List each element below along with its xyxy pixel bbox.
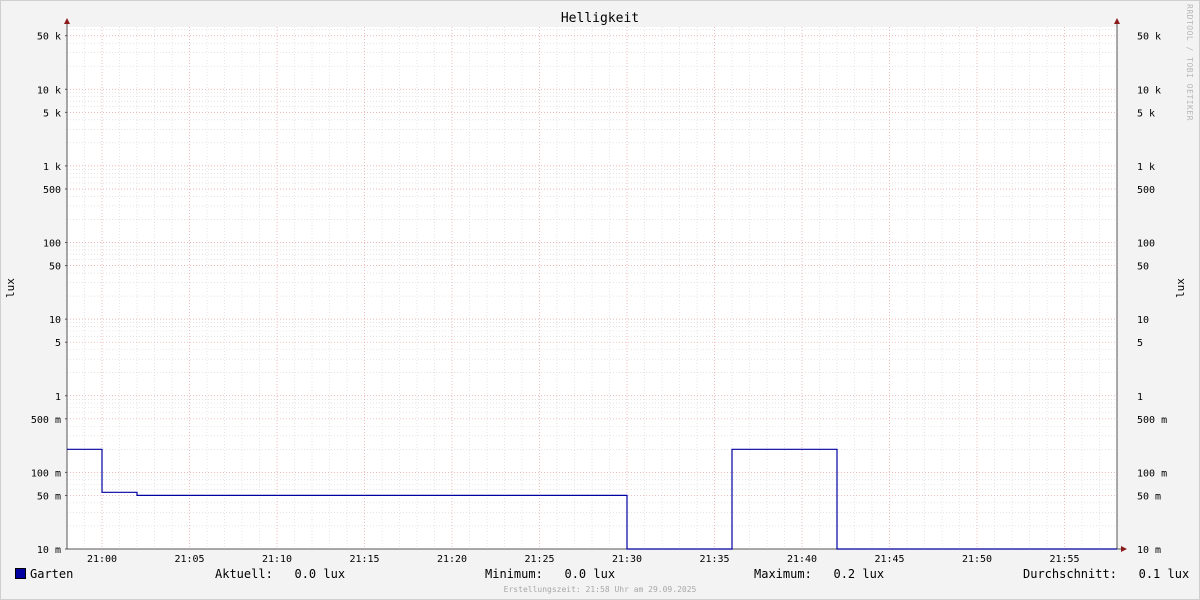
x-tick-label: 21:35: [699, 554, 729, 565]
y-tick-label-right: 100: [1137, 239, 1155, 250]
minimum-value: 0.0 lux: [564, 567, 616, 581]
x-tick-label: 21:30: [612, 554, 642, 565]
y-tick-label-left: 5 k: [43, 108, 61, 119]
y-tick-label-right: 10 m: [1137, 545, 1161, 556]
y-tick-label-left: 50 m: [37, 491, 61, 502]
y-tick-label-right: 100 m: [1137, 468, 1167, 479]
y-tick-label-left: 10 k: [37, 85, 61, 96]
chart-title: Helligkeit: [560, 11, 640, 26]
x-tick-label: 21:50: [962, 554, 992, 565]
x-tick-label: 21:25: [524, 554, 554, 565]
legend-series: Garten: [15, 567, 73, 583]
x-tick-label: 21:05: [174, 554, 204, 565]
y-tick-label-right: 5: [1137, 338, 1143, 349]
legend-swatch: [15, 568, 26, 579]
creation-time-footer: Erstellungszeit: 21:58 Uhr am 29.09.2025: [503, 585, 697, 594]
x-tick-label: 21:55: [1049, 554, 1079, 565]
x-axis-arrow: [1121, 546, 1127, 552]
y-tick-label-right: 10: [1137, 315, 1149, 326]
x-tick-label: 21:15: [349, 554, 379, 565]
y-tick-label-left: 100 m: [31, 468, 61, 479]
x-tick-label: 21:00: [87, 554, 117, 565]
minimum-label: Minimum:: [485, 567, 543, 581]
y-tick-label-right: 1 k: [1137, 162, 1155, 173]
y-tick-label-left: 500: [43, 185, 61, 196]
y-tick-label-left: 10 m: [37, 545, 61, 556]
legend-minimum: Minimum: 0.0 lux: [485, 567, 615, 583]
y-tick-label-left: 500 m: [31, 415, 61, 426]
y-tick-label-right: 500 m: [1137, 415, 1167, 426]
legend-aktuell: Aktuell: 0.0 lux: [215, 567, 345, 583]
y-tick-label-right: 10 k: [1137, 85, 1161, 96]
aktuell-label: Aktuell:: [215, 567, 273, 581]
maximum-value: 0.2 lux: [833, 567, 885, 581]
x-tick-label: 21:20: [437, 554, 467, 565]
y-tick-label-left: 50: [49, 262, 61, 273]
rrdtool-watermark: RRDTOOL / TOBI OETIKER: [1185, 4, 1194, 121]
y-tick-label-right: 1: [1137, 392, 1143, 403]
durchschnitt-value: 0.1 lux: [1138, 567, 1190, 581]
y-tick-label-left: 50 k: [37, 32, 61, 43]
y-tick-label-left: 1 k: [43, 162, 61, 173]
y-tick-label-left: 10: [49, 315, 61, 326]
x-tick-label: 21:10: [262, 554, 292, 565]
durchschnitt-label: Durchschnitt:: [1023, 567, 1117, 581]
y-tick-label-left: 5: [55, 338, 61, 349]
y-tick-label-right: 500: [1137, 185, 1155, 196]
legend-series-name: Garten: [30, 567, 74, 581]
x-tick-label: 21:40: [787, 554, 817, 565]
y-tick-label-right: 5 k: [1137, 108, 1155, 119]
y-tick-label-right: 50: [1137, 262, 1149, 273]
y-tick-label-right: 50 k: [1137, 32, 1161, 43]
legend-durchschnitt: Durchschnitt: 0.1 lux: [1023, 567, 1189, 583]
maximum-label: Maximum:: [754, 567, 812, 581]
legend-maximum: Maximum: 0.2 lux: [754, 567, 884, 583]
aktuell-value: 0.0 lux: [294, 567, 346, 581]
y-axis-label-right: lux: [1174, 278, 1187, 298]
x-tick-label: 21:45: [874, 554, 904, 565]
chart-canvas: 50 k 50 k 10 k 10 k 5 k 5 k 1 k 1 k 500 500 100 100…: [31, 18, 1167, 565]
y-axis-label-left: lux: [4, 278, 17, 298]
y-tick-label-left: 1: [55, 392, 61, 403]
y-tick-label-right: 50 m: [1137, 491, 1161, 502]
y-tick-label-left: 100: [43, 239, 61, 250]
